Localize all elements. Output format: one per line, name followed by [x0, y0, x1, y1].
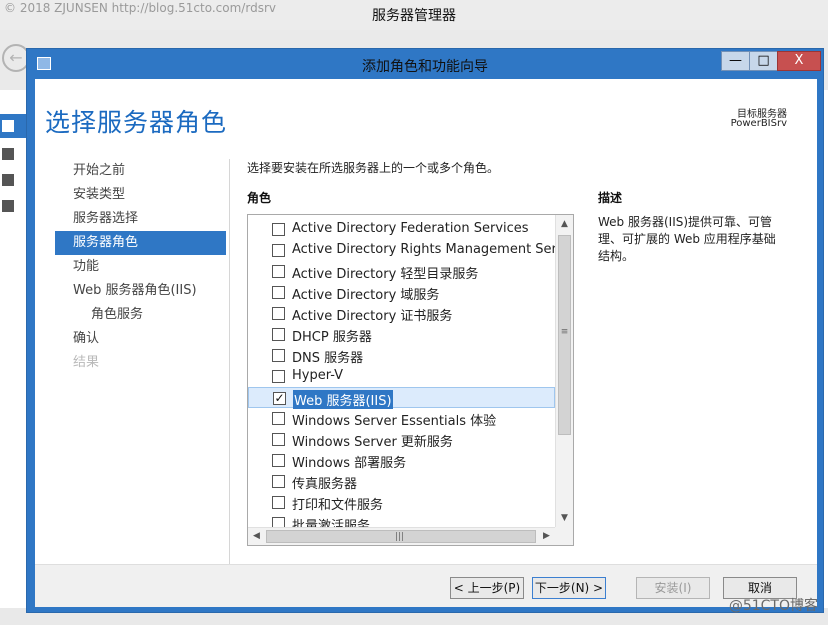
watermark-bottom: @51CTO博客 [728, 598, 818, 614]
role-row[interactable]: Hyper-V [248, 366, 555, 387]
nav-item-features[interactable]: 功能 [55, 255, 226, 279]
nav-divider [229, 159, 230, 579]
horizontal-scrollbar[interactable]: ◀ ||| ▶ [248, 527, 555, 545]
role-checkbox[interactable] [272, 412, 285, 425]
server-manager-sidebar [0, 90, 26, 625]
sidebar-item-all-servers[interactable] [0, 168, 26, 192]
wizard-body: 选择服务器角色 目标服务器 PowerBISrv 开始之前 安装类型 服务器选择… [35, 79, 817, 607]
next-button[interactable]: 下一步(N) > [532, 577, 606, 599]
nav-item-server-selection[interactable]: 服务器选择 [55, 207, 226, 231]
role-row[interactable]: Active Directory Rights Management Servi… [248, 240, 573, 261]
role-row[interactable]: 打印和文件服务 [248, 492, 555, 513]
role-label: Active Directory 轻型目录服务 [292, 267, 479, 282]
add-roles-wizard-dialog: 添加角色和功能向导 — □ X 选择服务器角色 目标服务器 PowerBISrv… [26, 48, 824, 613]
vertical-scroll-thumb[interactable]: ≡ [558, 235, 571, 435]
role-checkbox[interactable] [272, 349, 285, 362]
roles-list[interactable]: Active Directory Federation Services Acti… [247, 214, 574, 546]
role-row[interactable]: Windows Server 更新服务 [248, 429, 555, 450]
role-row[interactable]: ✓ Web 服务器(IIS) [248, 387, 555, 409]
role-checkbox[interactable] [272, 475, 285, 488]
role-label: Windows Server Essentials 体验 [292, 414, 497, 429]
role-row[interactable]: Active Directory Federation Services [248, 219, 555, 240]
role-checkbox[interactable] [272, 265, 285, 278]
target-server-value: PowerBISrv [730, 118, 787, 129]
role-row[interactable]: 传真服务器 [248, 471, 555, 492]
scroll-corner [555, 527, 573, 545]
sidebar-item-dashboard[interactable] [0, 114, 26, 138]
role-row[interactable]: Windows Server Essentials 体验 [248, 408, 555, 429]
install-button: 安装(I) [636, 577, 710, 599]
nav-item-results: 结果 [73, 355, 100, 370]
role-label: Windows 部署服务 [292, 456, 407, 471]
role-label: Active Directory 域服务 [292, 288, 440, 303]
role-checkbox[interactable] [272, 286, 285, 299]
horizontal-scroll-thumb[interactable]: ||| [266, 530, 536, 543]
watermark-top: © 2018 ZJUNSEN http://blog.51cto.com/rds… [4, 1, 276, 15]
instruction-text: 选择要安装在所选服务器上的一个或多个角色。 [247, 161, 500, 175]
previous-button[interactable]: < 上一步(P) [450, 577, 524, 599]
server-icon [2, 148, 14, 160]
role-label: Active Directory Rights Management Servi… [292, 242, 574, 257]
wizard-title: 添加角色和功能向导 [362, 59, 488, 75]
servers-icon [2, 174, 14, 186]
role-row[interactable]: Windows 部署服务 [248, 450, 555, 471]
role-label: Active Directory Federation Services [292, 221, 529, 236]
role-label: Active Directory 证书服务 [292, 309, 453, 324]
role-row[interactable]: DNS 服务器 [248, 345, 555, 366]
scroll-grip-icon: ||| [395, 532, 405, 542]
role-label: Windows Server 更新服务 [292, 435, 453, 450]
nav-item-installation-type[interactable]: 安装类型 [55, 183, 226, 207]
role-checkbox[interactable] [272, 307, 285, 320]
roles-header: 角色 [247, 191, 272, 205]
close-button[interactable]: X [777, 51, 821, 71]
role-checkbox[interactable] [272, 433, 285, 446]
vertical-scrollbar[interactable]: ▲ ≡ ▼ [555, 215, 573, 527]
role-label: DNS 服务器 [292, 351, 364, 366]
role-row[interactable]: Active Directory 证书服务 [248, 303, 555, 324]
nav-item-before-you-begin[interactable]: 开始之前 [55, 159, 226, 183]
minimize-button[interactable]: — [721, 51, 750, 71]
role-row[interactable]: DHCP 服务器 [248, 324, 555, 345]
role-checkbox[interactable] [272, 244, 285, 257]
scroll-down-arrow-icon[interactable]: ▼ [556, 509, 573, 527]
description-header: 描述 [598, 191, 623, 205]
nav-item-web-server-role[interactable]: Web 服务器角色(IIS) [55, 279, 226, 303]
nav-item-role-services[interactable]: 角色服务 [55, 303, 226, 327]
nav-item-server-roles[interactable]: 服务器角色 [55, 231, 226, 255]
role-checkbox[interactable] [272, 454, 285, 467]
scroll-grip-icon: ≡ [560, 327, 569, 337]
role-row[interactable]: Active Directory 轻型目录服务 [248, 261, 555, 282]
sidebar-item-file-services[interactable] [0, 194, 26, 218]
scroll-up-arrow-icon[interactable]: ▲ [556, 215, 573, 233]
dashboard-icon [2, 120, 14, 132]
scroll-left-arrow-icon[interactable]: ◀ [248, 528, 265, 545]
role-checkbox[interactable] [272, 328, 285, 341]
role-label: Hyper-V [292, 368, 344, 383]
role-label: Web 服务器(IIS) [293, 390, 393, 409]
scroll-right-arrow-icon[interactable]: ▶ [538, 528, 555, 545]
nav-item-confirmation[interactable]: 确认 [55, 327, 226, 351]
role-label: 打印和文件服务 [292, 498, 384, 513]
sidebar-item-local-server[interactable] [0, 142, 26, 166]
role-checkbox[interactable] [272, 496, 285, 509]
role-row[interactable]: Active Directory 域服务 [248, 282, 555, 303]
wizard-footer: < 上一步(P) 下一步(N) > 安装(I) 取消 [35, 564, 817, 607]
role-checkbox[interactable] [272, 370, 285, 383]
folder-icon [2, 200, 14, 212]
maximize-button[interactable]: □ [749, 51, 778, 71]
role-checkbox[interactable]: ✓ [273, 392, 286, 405]
wizard-titlebar: 添加角色和功能向导 — □ X [27, 49, 823, 79]
role-label: 传真服务器 [292, 477, 358, 492]
checkmark-icon: ✓ [274, 391, 285, 405]
role-label: DHCP 服务器 [292, 330, 372, 345]
page-title: 选择服务器角色 [45, 108, 228, 137]
role-checkbox[interactable] [272, 223, 285, 236]
description-text: Web 服务器(IIS)提供可靠、可管理、可扩展的 Web 应用程序基础结构。 [598, 215, 776, 263]
